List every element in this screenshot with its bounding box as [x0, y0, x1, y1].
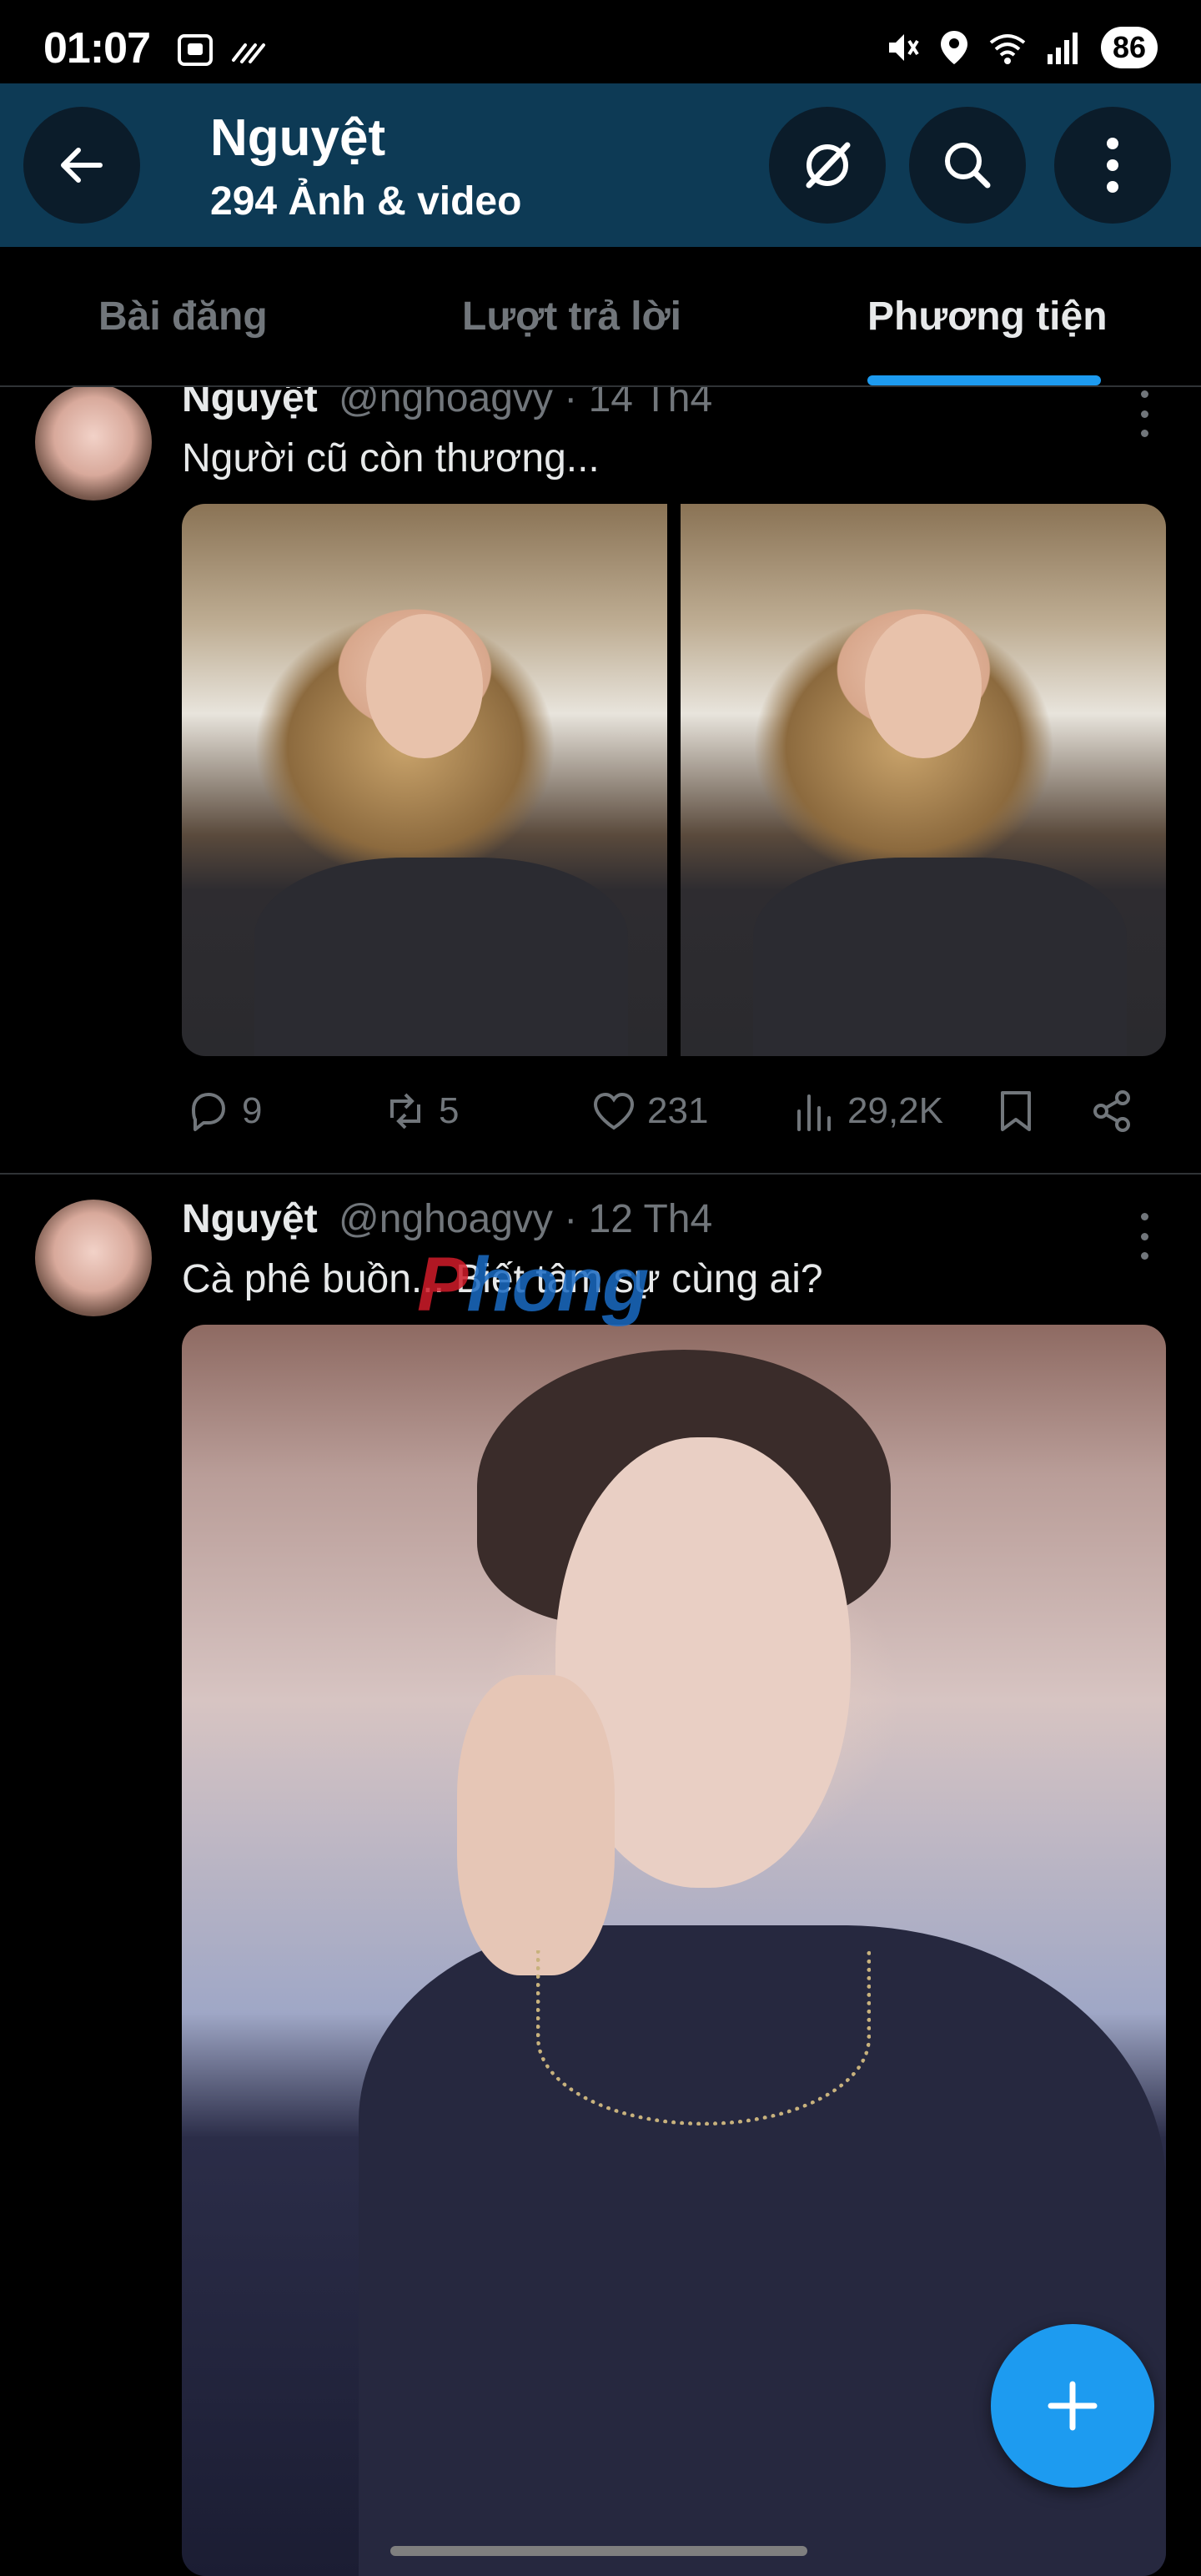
views-icon	[797, 1094, 831, 1131]
post-photo[interactable]	[182, 504, 667, 1056]
active-tab-indicator	[867, 375, 1101, 385]
watermark-logo: Phong	[417, 1242, 649, 1327]
like-button[interactable]: 231	[590, 1088, 708, 1135]
bookmark-button[interactable]	[992, 1088, 1039, 1135]
avatar[interactable]	[35, 387, 152, 501]
media-count: 294 Ảnh & video	[210, 179, 522, 224]
profile-tabs: Bài đăng Lượt trả lời Phương tiện	[0, 247, 1201, 387]
bookmark-icon	[1001, 1091, 1031, 1131]
reply-count: 9	[242, 1090, 263, 1131]
repost-count: 5	[439, 1090, 460, 1131]
back-button[interactable]	[23, 107, 140, 224]
search-button[interactable]	[909, 107, 1026, 224]
tab-posts[interactable]: Bài đăng	[98, 294, 268, 340]
post-photo[interactable]	[681, 504, 1166, 1056]
post-handle-date: @nghoagvy · 14 Th4	[339, 387, 713, 420]
plus-icon	[1048, 2381, 1098, 2431]
status-bar: 01:07 86	[0, 0, 1201, 83]
mute-icon	[888, 34, 919, 61]
post-handle-date: @nghoagvy · 12 Th4	[339, 1197, 713, 1241]
share-button[interactable]	[1089, 1088, 1136, 1135]
reply-button[interactable]: 9	[185, 1088, 262, 1135]
data-saver-icon	[232, 43, 265, 63]
reply-icon	[192, 1093, 225, 1131]
view-count: 29,2K	[847, 1090, 943, 1131]
post-item[interactable]: Nguyệt @nghoagvy · 14 Th4 Người cũ còn t…	[0, 387, 1201, 1201]
tab-media[interactable]: Phương tiện	[867, 294, 1108, 340]
grok-icon	[806, 142, 851, 189]
views-button[interactable]: 29,2K	[791, 1088, 943, 1135]
location-icon	[940, 31, 967, 64]
wifi-icon	[989, 34, 1026, 64]
compose-button[interactable]	[991, 2324, 1154, 2488]
arrow-left-icon	[61, 148, 103, 183]
grok-button[interactable]	[769, 107, 886, 224]
post-author-name[interactable]: Nguyệt	[182, 1197, 318, 1241]
repost-icon	[390, 1093, 420, 1130]
repost-button[interactable]: 5	[382, 1088, 459, 1135]
status-time: 01:07	[43, 24, 151, 73]
post-text: Người cũ còn thương...	[182, 436, 600, 480]
heart-icon	[593, 1092, 635, 1130]
more-options-button[interactable]	[1054, 107, 1171, 224]
battery-indicator: 86	[1100, 27, 1158, 68]
post-author-name[interactable]: Nguyệt	[182, 387, 318, 420]
more-vertical-icon	[1107, 138, 1118, 193]
post-actions: 9 5 231 29,2K	[182, 1088, 1163, 1141]
avatar[interactable]	[35, 1200, 152, 1316]
post-more-button[interactable]	[1128, 390, 1161, 437]
tab-replies[interactable]: Lượt trả lời	[462, 294, 681, 340]
post-more-button[interactable]	[1128, 1213, 1161, 1260]
like-count: 231	[647, 1090, 709, 1131]
media-feed[interactable]: Nguyệt @nghoagvy · 14 Th4 Người cũ còn t…	[0, 387, 1201, 2576]
profile-header: Nguyệt 294 Ảnh & video	[0, 83, 1201, 247]
post-header: Nguyệt @nghoagvy · 12 Th4	[182, 1196, 712, 1242]
screenshot-icon	[178, 34, 213, 66]
post-header: Nguyệt @nghoagvy · 14 Th4	[182, 387, 712, 421]
search-icon	[945, 143, 991, 189]
home-indicator[interactable]	[390, 2546, 807, 2556]
profile-name: Nguyệt	[210, 109, 386, 167]
share-icon	[1093, 1090, 1130, 1132]
signal-icon	[1047, 33, 1078, 64]
